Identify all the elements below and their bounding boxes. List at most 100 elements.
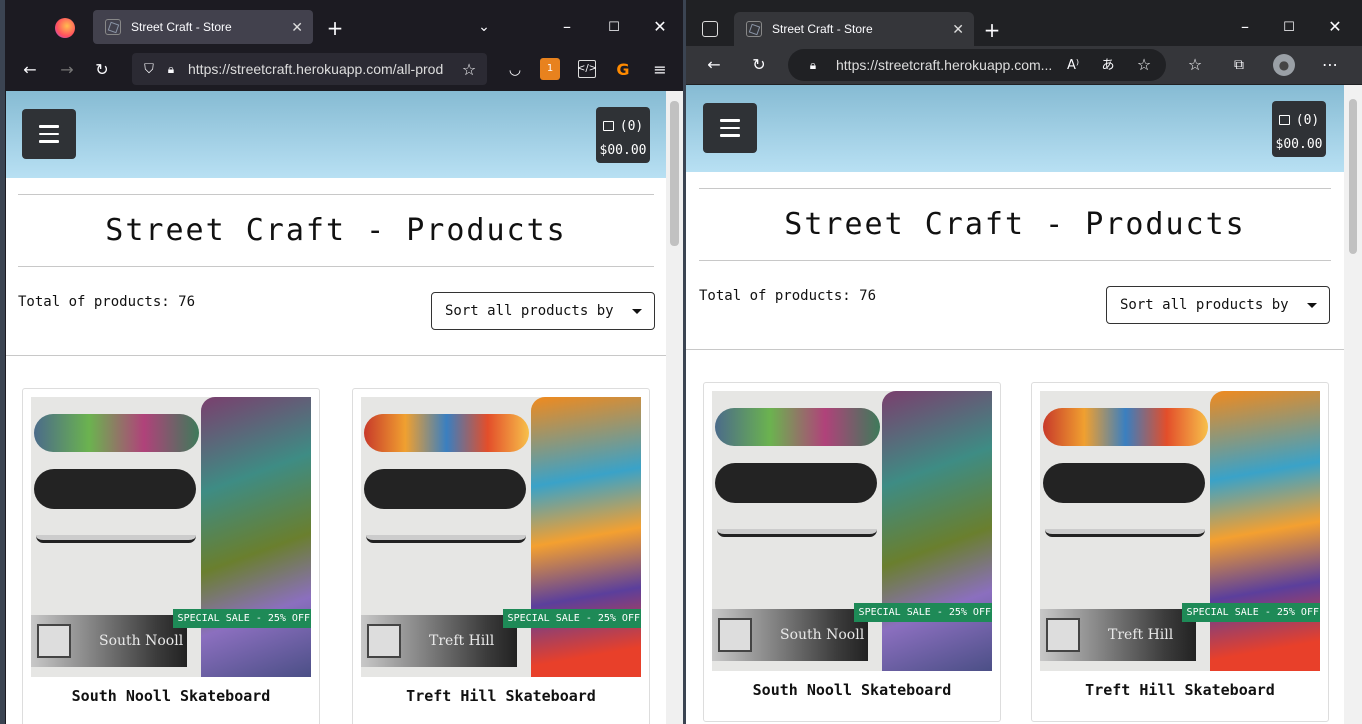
skateboard-side-graphic — [717, 529, 877, 537]
product-image[interactable]: South Nooll SPECIAL SALE - 25% OFF — [712, 391, 992, 671]
deck-bottom-graphic — [715, 463, 877, 503]
shopping-bag-icon — [602, 121, 614, 131]
pocket-icon[interactable]: ◡ — [505, 60, 525, 80]
product-name[interactable]: Treft Hill Skateboard — [1032, 681, 1328, 699]
back-icon[interactable]: ← — [20, 60, 40, 80]
brand-mark-icon — [367, 624, 401, 658]
sale-badge: SPECIAL SALE - 25% OFF — [1181, 603, 1320, 622]
close-window-icon[interactable]: ✕ — [1326, 18, 1344, 36]
tab-street-craft[interactable]: Street Craft - Store ✕ — [734, 12, 974, 46]
product-card[interactable]: South Nooll SPECIAL SALE - 25% OFF South… — [703, 382, 1001, 722]
close-tab-icon[interactable]: ✕ — [952, 21, 964, 38]
nav-menu-button[interactable] — [22, 109, 76, 159]
more-options-icon[interactable]: ⋯ — [1320, 55, 1340, 75]
scrollbar-thumb[interactable] — [670, 101, 679, 246]
collections-icon[interactable]: ⧉ — [1229, 55, 1249, 75]
reload-icon[interactable]: ↻ — [92, 60, 112, 80]
deck-top-graphic — [34, 414, 199, 452]
product-card[interactable]: South Nooll SPECIAL SALE - 25% OFF South… — [22, 388, 320, 724]
divider — [699, 188, 1331, 189]
scrollbar-thumb[interactable] — [1349, 99, 1357, 254]
graffiti-wall-graphic — [201, 397, 311, 677]
product-card[interactable]: Treft Hill SPECIAL SALE - 25% OFF Treft … — [1031, 382, 1329, 722]
divider — [6, 355, 666, 356]
product-image[interactable]: Treft Hill SPECIAL SALE - 25% OFF — [1040, 391, 1320, 671]
tab-title: Street Craft - Store — [131, 20, 232, 34]
logo-text: Treft Hill — [1108, 627, 1174, 643]
deck-top-graphic — [715, 408, 880, 446]
address-bar[interactable]: ⛉ 🔒︎ https://streetcraft.herokuapp.com/a… — [132, 53, 487, 85]
logo-text: South Nooll — [99, 633, 184, 649]
minimize-icon[interactable]: – — [558, 18, 576, 36]
bookmark-star-icon[interactable]: ☆ — [459, 60, 479, 80]
menu-icon[interactable]: ≡ — [650, 60, 670, 80]
divider — [18, 266, 654, 267]
sort-label: Sort all products by — [445, 303, 614, 319]
cart-total: $00.00 — [1275, 137, 1323, 152]
minimize-icon[interactable]: – — [1236, 18, 1254, 36]
firefox-window: Street Craft - Store ✕ + ⌄ – ☐ ✕ ← → ↻ ⛉… — [5, 0, 683, 724]
sort-dropdown[interactable]: Sort all products by — [1106, 286, 1330, 324]
product-name[interactable]: South Nooll Skateboard — [704, 681, 1000, 699]
sale-badge: SPECIAL SALE - 25% OFF — [172, 609, 311, 628]
cart-count: (0) — [596, 115, 650, 139]
site-header — [6, 91, 666, 178]
maximize-icon[interactable]: ☐ — [605, 18, 623, 36]
page-viewport: (0) $00.00 Street Craft - Products Total… — [686, 85, 1344, 724]
cart-button[interactable]: (0) $00.00 — [596, 107, 650, 163]
tab-favicon-icon — [105, 19, 121, 35]
extension-orange-icon[interactable]: G — [613, 60, 633, 80]
reload-icon[interactable]: ↻ — [749, 55, 769, 75]
dev-tools-icon[interactable]: </> — [577, 60, 597, 78]
firefox-logo-icon[interactable] — [55, 18, 75, 38]
sort-dropdown[interactable]: Sort all products by — [431, 292, 655, 330]
favorites-icon[interactable]: ☆ — [1185, 55, 1205, 75]
brand-logo-strip: South Nooll — [712, 609, 868, 661]
tab-title: Street Craft - Store — [772, 22, 873, 36]
product-total: Total of products: 76 — [699, 288, 877, 304]
brand-mark-icon — [1046, 618, 1080, 652]
cart-button[interactable]: (0) $00.00 — [1272, 101, 1326, 157]
maximize-icon[interactable]: ☐ — [1280, 18, 1298, 36]
read-aloud-icon[interactable]: A⁾ — [1063, 56, 1083, 74]
close-tab-icon[interactable]: ✕ — [291, 19, 303, 36]
extension-fox-icon[interactable]: 1 — [540, 58, 560, 80]
shield-icon[interactable]: ⛉ — [140, 63, 158, 76]
lock-icon: 🔒︎ — [809, 58, 817, 72]
url-text: https://streetcraft.herokuapp.com... — [836, 57, 1053, 73]
brand-logo-strip: Treft Hill — [1040, 609, 1196, 661]
page-viewport: (0) $00.00 Street Craft - Products Total… — [6, 91, 666, 724]
close-window-icon[interactable]: ✕ — [651, 18, 669, 36]
deck-top-graphic — [1043, 408, 1208, 446]
new-tab-icon[interactable]: + — [325, 18, 345, 38]
graffiti-wall-graphic — [1210, 391, 1320, 671]
sale-badge: SPECIAL SALE - 25% OFF — [853, 603, 992, 622]
product-name[interactable]: Treft Hill Skateboard — [353, 687, 649, 705]
product-name[interactable]: South Nooll Skateboard — [23, 687, 319, 705]
product-card[interactable]: Treft Hill SPECIAL SALE - 25% OFF Treft … — [352, 388, 650, 724]
translate-icon[interactable]: あ — [1098, 56, 1118, 74]
graffiti-wall-graphic — [882, 391, 992, 671]
tab-street-craft[interactable]: Street Craft - Store ✕ — [93, 10, 313, 44]
site-header — [686, 85, 1344, 172]
back-icon[interactable]: ← — [704, 55, 724, 75]
forward-icon[interactable]: → — [57, 60, 77, 80]
tab-actions-icon[interactable] — [702, 21, 718, 37]
product-image[interactable]: South Nooll SPECIAL SALE - 25% OFF — [31, 397, 311, 677]
scrollbar[interactable] — [666, 91, 683, 724]
favorite-add-icon[interactable]: ☆ — [1134, 55, 1154, 75]
cart-count: (0) — [1272, 109, 1326, 133]
profile-avatar-icon[interactable]: ● — [1273, 54, 1295, 76]
brand-mark-icon — [37, 624, 71, 658]
sale-badge: SPECIAL SALE - 25% OFF — [502, 609, 641, 628]
page-title: Street Craft - Products — [105, 213, 567, 248]
graffiti-wall-graphic — [531, 397, 641, 677]
logo-text: Treft Hill — [429, 633, 495, 649]
new-tab-icon[interactable]: + — [982, 20, 1002, 40]
brand-logo-strip: South Nooll — [31, 615, 187, 667]
scrollbar[interactable] — [1344, 85, 1362, 724]
nav-menu-button[interactable] — [703, 103, 757, 153]
edge-tab-bar: Street Craft - Store ✕ + – ☐ ✕ — [686, 0, 1362, 46]
list-tabs-icon[interactable]: ⌄ — [475, 18, 493, 36]
product-image[interactable]: Treft Hill SPECIAL SALE - 25% OFF — [361, 397, 641, 677]
